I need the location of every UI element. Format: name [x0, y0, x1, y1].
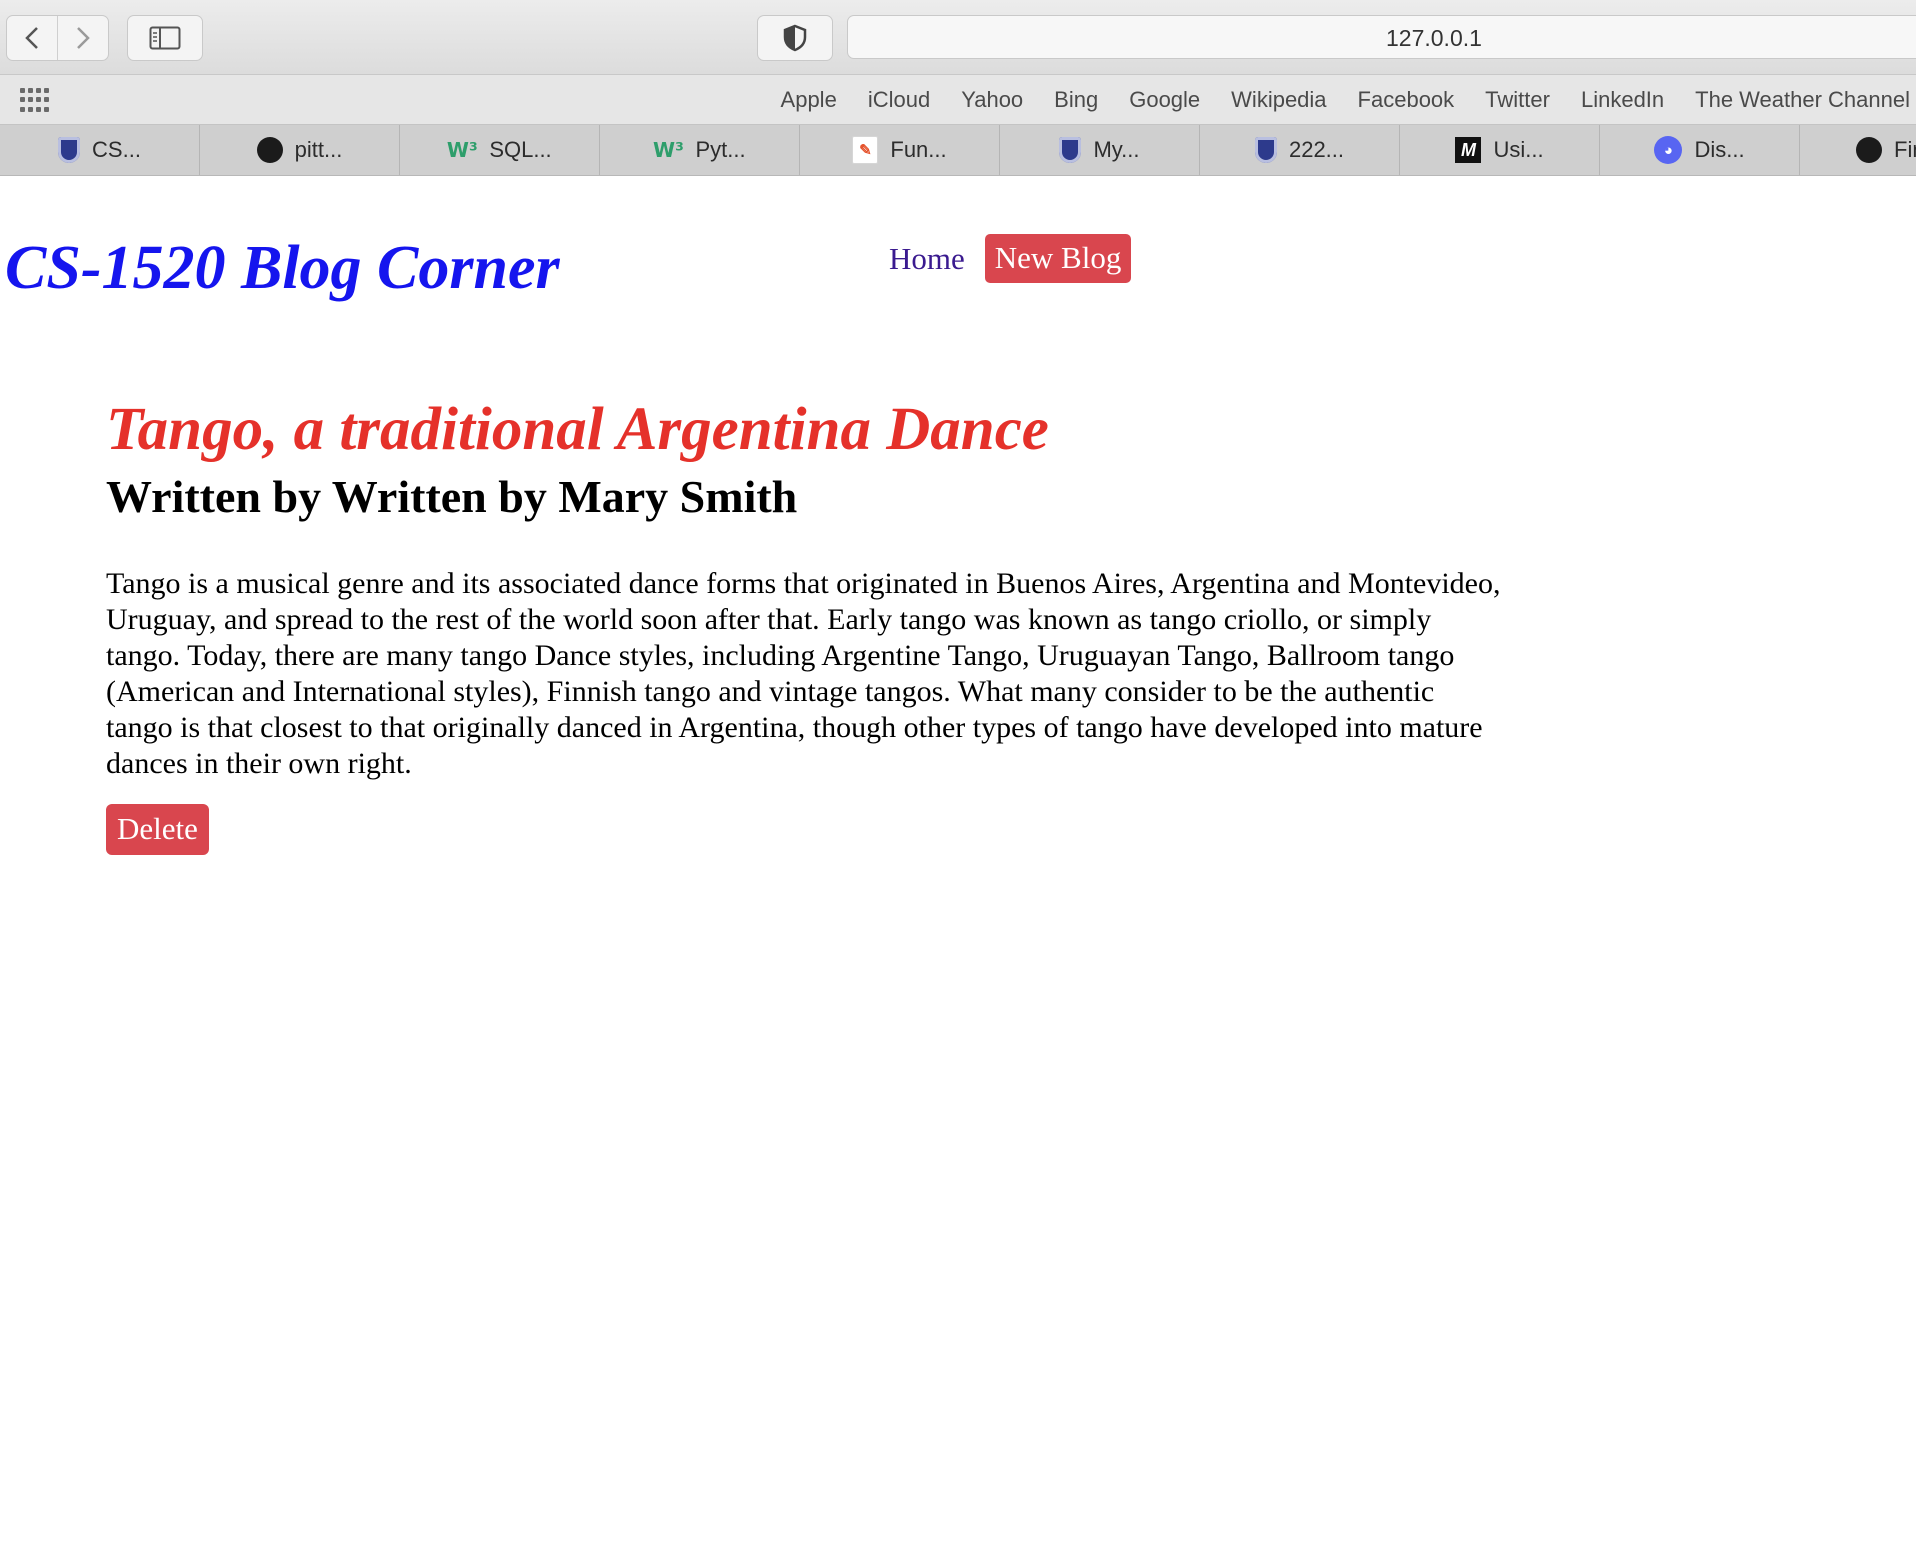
pitt-shield-icon	[1254, 137, 1277, 163]
delete-button[interactable]: Delete	[106, 804, 209, 856]
forward-button[interactable]	[57, 16, 108, 60]
favorite-weather-channel[interactable]: The Weather Channel	[1695, 87, 1910, 113]
chevron-right-icon	[77, 27, 90, 49]
tab-label: SQL...	[489, 137, 552, 162]
favorite-twitter[interactable]: Twitter	[1485, 87, 1550, 113]
privacy-shield-icon	[783, 24, 807, 52]
w3schools-icon: W³	[446, 138, 478, 162]
tab-label: CS...	[92, 137, 141, 162]
address-bar[interactable]: 127.0.0.1	[847, 15, 1916, 59]
tab-label: 222...	[1288, 137, 1345, 162]
browser-tab[interactable]: pitt...	[200, 125, 400, 175]
post-title: Tango, a traditional Argentina Dance	[106, 396, 1049, 463]
github-icon	[1856, 137, 1883, 163]
w3schools-icon: W³	[653, 138, 684, 162]
browser-tab[interactable]: Fin...	[1800, 125, 1916, 175]
favorite-apple[interactable]: Apple	[781, 87, 837, 113]
browser-tab[interactable]: CS...	[0, 125, 200, 175]
favorites-list: Apple iCloud Yahoo Bing Google Wikipedia…	[781, 75, 1916, 124]
discord-icon: ◕	[1654, 136, 1683, 164]
blog-post: Tango, a traditional Argentina Dance Wri…	[106, 396, 1506, 856]
browser-tab[interactable]: ✎ Fun...	[800, 125, 1000, 175]
browser-tab[interactable]: ◕ Dis...	[1600, 125, 1800, 175]
apps-grid-icon[interactable]	[20, 88, 50, 112]
tab-label: Usi...	[1493, 137, 1544, 162]
sidebar-toggle-button[interactable]	[127, 15, 203, 61]
site-title: CS-1520 Blog Corner	[5, 234, 560, 302]
tab-label: pitt...	[294, 137, 343, 162]
browser-toolbar: 127.0.0.1	[0, 0, 1916, 75]
m-logo-icon: M	[1455, 137, 1482, 163]
tab-bar: CS... pitt... W³ SQL... W³ Pyt... ✎ Fun.…	[0, 125, 1916, 176]
chevron-left-icon	[25, 27, 38, 49]
browser-tab[interactable]: W³ SQL...	[400, 125, 600, 175]
github-icon	[256, 137, 283, 163]
tab-label: Dis...	[1694, 137, 1745, 162]
browser-tab[interactable]: My...	[1000, 125, 1200, 175]
favorite-wikipedia[interactable]: Wikipedia	[1231, 87, 1326, 113]
privacy-report-button[interactable]	[757, 15, 833, 61]
favorite-icloud[interactable]: iCloud	[868, 87, 930, 113]
favorite-facebook[interactable]: Facebook	[1358, 87, 1455, 113]
tab-label: Fin...	[1894, 137, 1916, 162]
tab-label: My...	[1093, 137, 1140, 162]
tab-label: Fun...	[890, 137, 947, 162]
tab-label: Pyt...	[695, 137, 746, 162]
pitt-shield-icon	[58, 137, 81, 163]
favorite-linkedin[interactable]: LinkedIn	[1581, 87, 1664, 113]
favorite-yahoo[interactable]: Yahoo	[961, 87, 1023, 113]
home-link[interactable]: Home	[889, 241, 965, 277]
browser-tab[interactable]: M Usi...	[1400, 125, 1600, 175]
favorites-bar: Apple iCloud Yahoo Bing Google Wikipedia…	[0, 75, 1916, 125]
site-nav: Home New Blog	[889, 234, 1132, 283]
sidebar-icon	[149, 26, 181, 50]
browser-tab[interactable]: 222...	[1200, 125, 1400, 175]
post-author: Written by Written by Mary Smith	[106, 471, 798, 523]
book-icon: ✎	[852, 136, 879, 164]
browser-tab[interactable]: W³ Pyt...	[600, 125, 800, 175]
history-nav	[6, 15, 109, 61]
favorite-bing[interactable]: Bing	[1054, 87, 1098, 113]
pitt-shield-icon	[1059, 137, 1082, 163]
back-button[interactable]	[7, 16, 57, 60]
post-body: Tango is a musical genre and its associa…	[106, 567, 1501, 781]
favorite-google[interactable]: Google	[1129, 87, 1200, 113]
new-blog-button[interactable]: New Blog	[984, 234, 1132, 283]
url-text: 127.0.0.1	[1386, 25, 1482, 51]
